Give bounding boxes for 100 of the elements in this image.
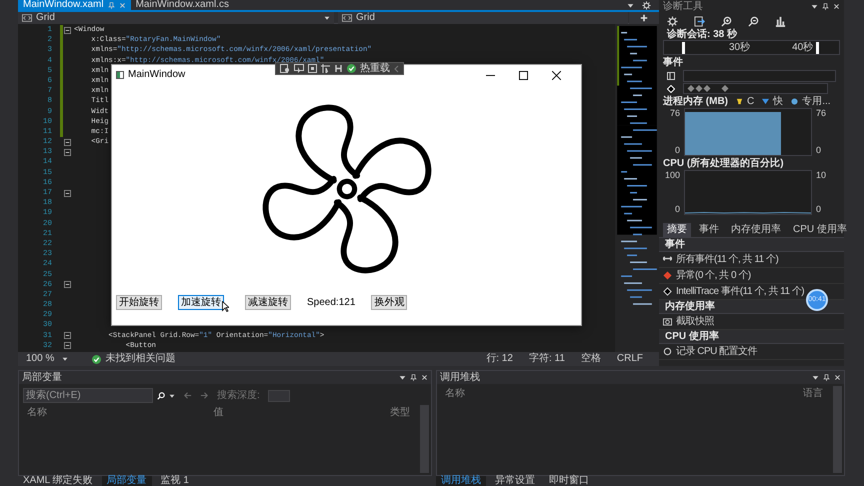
caret-icon xyxy=(62,356,68,362)
app-button[interactable]: 换外观 xyxy=(371,295,408,310)
panel-tab[interactable]: CPU 使用率 xyxy=(789,223,851,237)
maximize-icon[interactable] xyxy=(519,70,528,80)
axis-label: 10 xyxy=(816,170,828,181)
fold-toggle-icon[interactable] xyxy=(64,342,71,350)
legend-label: 专用... xyxy=(802,96,831,108)
section-heading[interactable]: 事件 xyxy=(659,57,844,69)
chevron-icon[interactable] xyxy=(394,64,399,72)
close-icon[interactable] xyxy=(552,70,561,80)
split-button[interactable] xyxy=(629,12,659,24)
timeline-ruler[interactable]: 30秒 40秒 xyxy=(663,40,840,55)
column-header[interactable]: 类型 xyxy=(390,407,410,419)
section-heading: CPU 使用率 xyxy=(659,330,844,344)
zoom-out-icon[interactable] xyxy=(748,16,759,26)
fold-toggle-icon[interactable] xyxy=(64,332,71,340)
axis-label: 0 xyxy=(674,145,680,156)
line-indicator: 行: 12 xyxy=(486,353,513,365)
settings-icon[interactable] xyxy=(642,0,651,10)
scope-dropdown[interactable]: Grid xyxy=(338,12,628,24)
summary-link[interactable]: 所有事件(11 个, 共 11 个) xyxy=(659,252,844,268)
grid-icon xyxy=(342,14,352,22)
panel-tab[interactable]: 内存使用率 xyxy=(727,223,785,237)
panel-tab[interactable]: 异常设置 xyxy=(490,476,540,486)
axis-label: 76 xyxy=(816,108,828,119)
fold-toggle-icon[interactable] xyxy=(64,26,71,34)
section-heading[interactable]: 进程内存 (MB) xyxy=(663,96,728,108)
timeline-label: 30秒 xyxy=(729,42,750,54)
square-icon[interactable] xyxy=(308,64,317,73)
fold-toggle-icon[interactable] xyxy=(64,190,71,197)
check-circle-icon xyxy=(92,354,102,364)
break-icon xyxy=(667,72,675,80)
column-header[interactable]: 值 xyxy=(214,407,224,419)
summary-link[interactable]: 异常(0 个, 共 0 个) xyxy=(659,268,844,284)
panel-tab[interactable]: 摘要 xyxy=(663,223,691,237)
caret-icon[interactable] xyxy=(811,3,818,10)
forward-icon[interactable] xyxy=(200,391,209,400)
app-button[interactable]: 减速旋转 xyxy=(245,295,291,310)
camera-icon xyxy=(663,317,672,326)
indent-indicator[interactable]: 空格 xyxy=(580,353,601,365)
panel-tab[interactable]: 局部变量 xyxy=(102,476,152,486)
panel-tab[interactable]: 监视 1 xyxy=(156,476,194,486)
scrollbar[interactable] xyxy=(833,386,842,473)
column-header[interactable]: 语言 xyxy=(803,388,823,400)
pin-icon[interactable] xyxy=(410,374,417,381)
search-icon[interactable] xyxy=(157,392,165,400)
app-button[interactable]: 加速旋转 xyxy=(178,295,224,310)
column-indicator: 字符: 11 xyxy=(528,353,565,365)
grid-icon xyxy=(22,14,32,22)
section-heading[interactable]: CPU (所有处理器的百分比) xyxy=(659,158,844,170)
timeline-label: 40秒 xyxy=(792,42,814,54)
caret-icon[interactable] xyxy=(169,392,175,398)
panel-tab[interactable]: 即时窗口 xyxy=(544,476,594,486)
export-icon[interactable] xyxy=(694,16,705,26)
line-ending-indicator[interactable]: CRLF xyxy=(616,353,643,365)
pointer-icon[interactable] xyxy=(294,64,304,73)
pin-icon[interactable] xyxy=(822,3,829,10)
column-header[interactable]: 名称 xyxy=(27,407,47,419)
back-icon[interactable] xyxy=(183,391,192,400)
session-duration: 诊断会话: 38 秒 xyxy=(666,29,738,40)
search-field[interactable]: 搜索(Ctrl+E) xyxy=(23,388,153,403)
settings-icon[interactable] xyxy=(667,16,678,26)
axis-label: 0 xyxy=(674,204,680,215)
depth-label: 搜索深度: xyxy=(217,390,260,402)
caret-icon[interactable] xyxy=(627,2,634,8)
scrollbar[interactable] xyxy=(420,405,429,473)
fold-toggle-icon[interactable] xyxy=(64,148,71,156)
select-element-icon[interactable] xyxy=(280,64,290,73)
zoom-in-icon[interactable] xyxy=(721,16,732,26)
fold-toggle-icon[interactable] xyxy=(64,138,71,146)
app-button[interactable]: 开始旋转 xyxy=(116,295,162,310)
legend-label: 快 xyxy=(773,96,784,108)
diamond-icon xyxy=(667,84,675,92)
dropdown-value: Grid xyxy=(36,12,55,24)
panel-tab[interactable]: XAML 绑定失败 xyxy=(18,476,98,486)
adorner-icon[interactable] xyxy=(321,64,330,73)
binding-icon[interactable] xyxy=(334,64,343,73)
hot-reload-button[interactable]: 热重载 xyxy=(347,62,390,74)
panel-tab[interactable]: 调用堆栈 xyxy=(436,476,486,486)
double-arrow-icon xyxy=(663,255,672,264)
section-heading: 事件 xyxy=(659,238,844,252)
axis-label: 100 xyxy=(664,170,680,181)
column-header[interactable]: 名称 xyxy=(445,388,465,400)
window-title: MainWindow xyxy=(128,69,186,81)
check-circle-icon xyxy=(347,64,356,73)
app-icon xyxy=(116,71,124,79)
editor-tab[interactable]: MainWindow.xaml.cs xyxy=(130,0,234,11)
chart-icon[interactable] xyxy=(775,16,786,26)
issues-indicator[interactable]: 未找到相关问题 xyxy=(92,353,176,365)
summary-link[interactable]: 记录 CPU 配置文件 xyxy=(659,344,844,360)
caret-icon[interactable] xyxy=(399,374,406,381)
scope-dropdown[interactable]: Grid xyxy=(18,12,334,24)
fold-toggle-icon[interactable] xyxy=(64,281,71,288)
pin-icon[interactable] xyxy=(823,374,830,381)
zoom-dropdown[interactable]: 100 % xyxy=(26,353,68,365)
range-handle-icon[interactable] xyxy=(816,42,820,54)
axis-label: 0 xyxy=(816,204,822,215)
caret-icon[interactable] xyxy=(812,374,819,381)
range-handle-icon[interactable] xyxy=(682,42,685,54)
panel-tab[interactable]: 事件 xyxy=(695,223,723,237)
